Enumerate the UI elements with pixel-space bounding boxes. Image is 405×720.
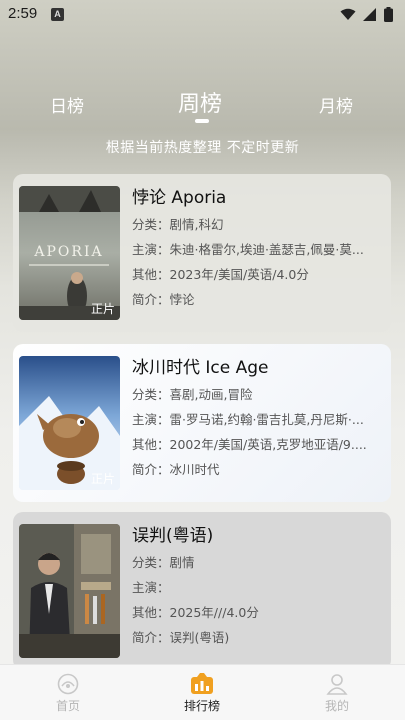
nav-rank[interactable]: 排行榜 [172, 673, 232, 714]
movie-intro: 简介：误判(粤语) [132, 630, 230, 645]
notification-badge-icon: A [51, 8, 64, 21]
movie-genre: 分类：喜剧,动画,冒险 [132, 387, 253, 402]
bottom-nav: 首页 排行榜 我的 [0, 664, 405, 720]
status-time: 2:59 [8, 5, 38, 22]
tab-day[interactable]: 日榜 [50, 92, 84, 117]
home-icon [57, 673, 79, 695]
poster-title-text: APORIA [33, 244, 103, 260]
movie-other: 其他：2002年/美国/英语,克罗地亚语/9.... [132, 437, 367, 452]
nav-mine-label: 我的 [324, 699, 349, 713]
battery-icon [384, 7, 393, 22]
movie-genre: 分类：剧情,科幻 [132, 217, 224, 232]
movie-card[interactable]: 误判(粤语) 分类：剧情 主演： 其他：2025年///4.0分 简介：误判(粤… [13, 512, 391, 670]
nav-home[interactable]: 首页 [38, 673, 98, 714]
tab-month[interactable]: 月榜 [319, 92, 353, 117]
movie-title: 冰川时代 Ice Age [132, 358, 269, 378]
rank-tabs: 日榜 周榜 月榜 [0, 82, 405, 122]
movie-card[interactable]: 正片 冰川时代 Ice Age 分类：喜剧,动画,冒险 主演：雷·罗马诺,约翰·… [13, 344, 391, 502]
tab-indicator [195, 119, 209, 123]
ranking-icon [191, 673, 213, 694]
nav-mine[interactable]: 我的 [307, 673, 367, 714]
status-bar: 2:59 A [0, 0, 405, 28]
movie-card[interactable]: APORIA 正片 悖论 Aporia 分类：剧情,科幻 主演：朱迪·格雷尔,埃… [13, 174, 391, 332]
user-icon [326, 674, 348, 695]
wifi-icon [340, 8, 356, 20]
movie-intro: 简介：冰川时代 [132, 462, 220, 477]
movie-other: 其他：2023年/美国/英语/4.0分 [132, 267, 309, 282]
movie-intro: 简介：悖论 [132, 292, 195, 307]
nav-home-label: 首页 [55, 699, 80, 713]
ranking-subtitle: 根据当前热度整理 不定时更新 [105, 140, 300, 156]
movie-cast: 主演：朱迪·格雷尔,埃迪·盖瑟吉,佩曼·莫... [132, 242, 364, 257]
movie-cast: 主演：雷·罗马诺,约翰·雷吉扎莫,丹尼斯·... [132, 412, 364, 427]
movie-genre: 分类：剧情 [132, 555, 195, 570]
movie-title: 误判(粤语) [132, 526, 214, 546]
nav-rank-label: 排行榜 [183, 699, 220, 713]
movie-other: 其他：2025年///4.0分 [132, 605, 259, 620]
movie-cast: 主演： [132, 580, 170, 595]
movie-poster[interactable]: APORIA 正片 [19, 186, 120, 320]
movie-poster[interactable]: 正片 [19, 356, 120, 490]
movie-title: 悖论 Aporia [132, 188, 227, 208]
movie-poster[interactable] [19, 524, 120, 658]
poster-tag: 正片 [90, 302, 115, 316]
tab-week[interactable]: 周榜 [178, 86, 222, 118]
poster-tag: 正片 [90, 472, 115, 486]
signal-icon [363, 8, 376, 21]
